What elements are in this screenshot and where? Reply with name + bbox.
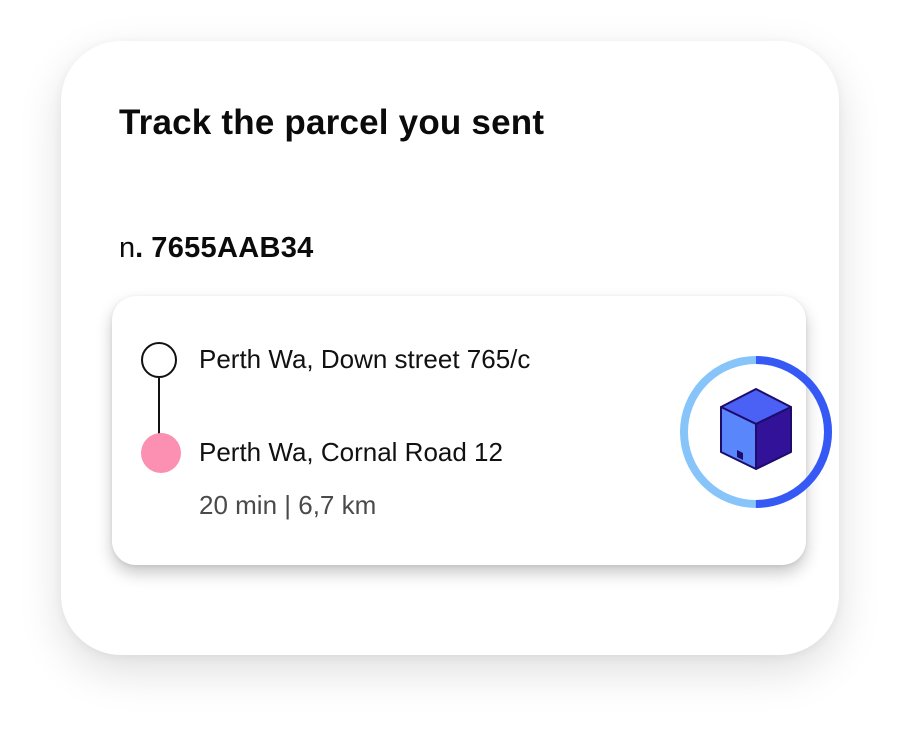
origin-marker bbox=[141, 342, 177, 378]
parcel-number-dot: . bbox=[135, 232, 144, 264]
route-card[interactable]: Perth Wa, Down street 765/c Perth Wa, Co… bbox=[112, 296, 832, 565]
destination-address: Perth Wa, Cornal Road 12 bbox=[199, 437, 503, 467]
parcel-box-icon bbox=[720, 388, 792, 470]
parcel-number-prefix: n bbox=[119, 232, 136, 264]
destination-marker bbox=[141, 433, 181, 473]
tracking-card: Track the parcel you sent n. 7655AAB34 P… bbox=[61, 41, 839, 655]
trip-duration-distance: 20 min | 6,7 km bbox=[199, 490, 377, 520]
origin-address: Perth Wa, Down street 765/c bbox=[199, 344, 531, 374]
delivery-progress-ring bbox=[680, 356, 832, 508]
parcel-number-code: 7655AAB34 bbox=[151, 232, 314, 264]
card-title: Track the parcel you sent bbox=[119, 103, 545, 142]
route-connector-line bbox=[158, 378, 160, 434]
parcel-number: n. 7655AAB34 bbox=[119, 232, 314, 265]
